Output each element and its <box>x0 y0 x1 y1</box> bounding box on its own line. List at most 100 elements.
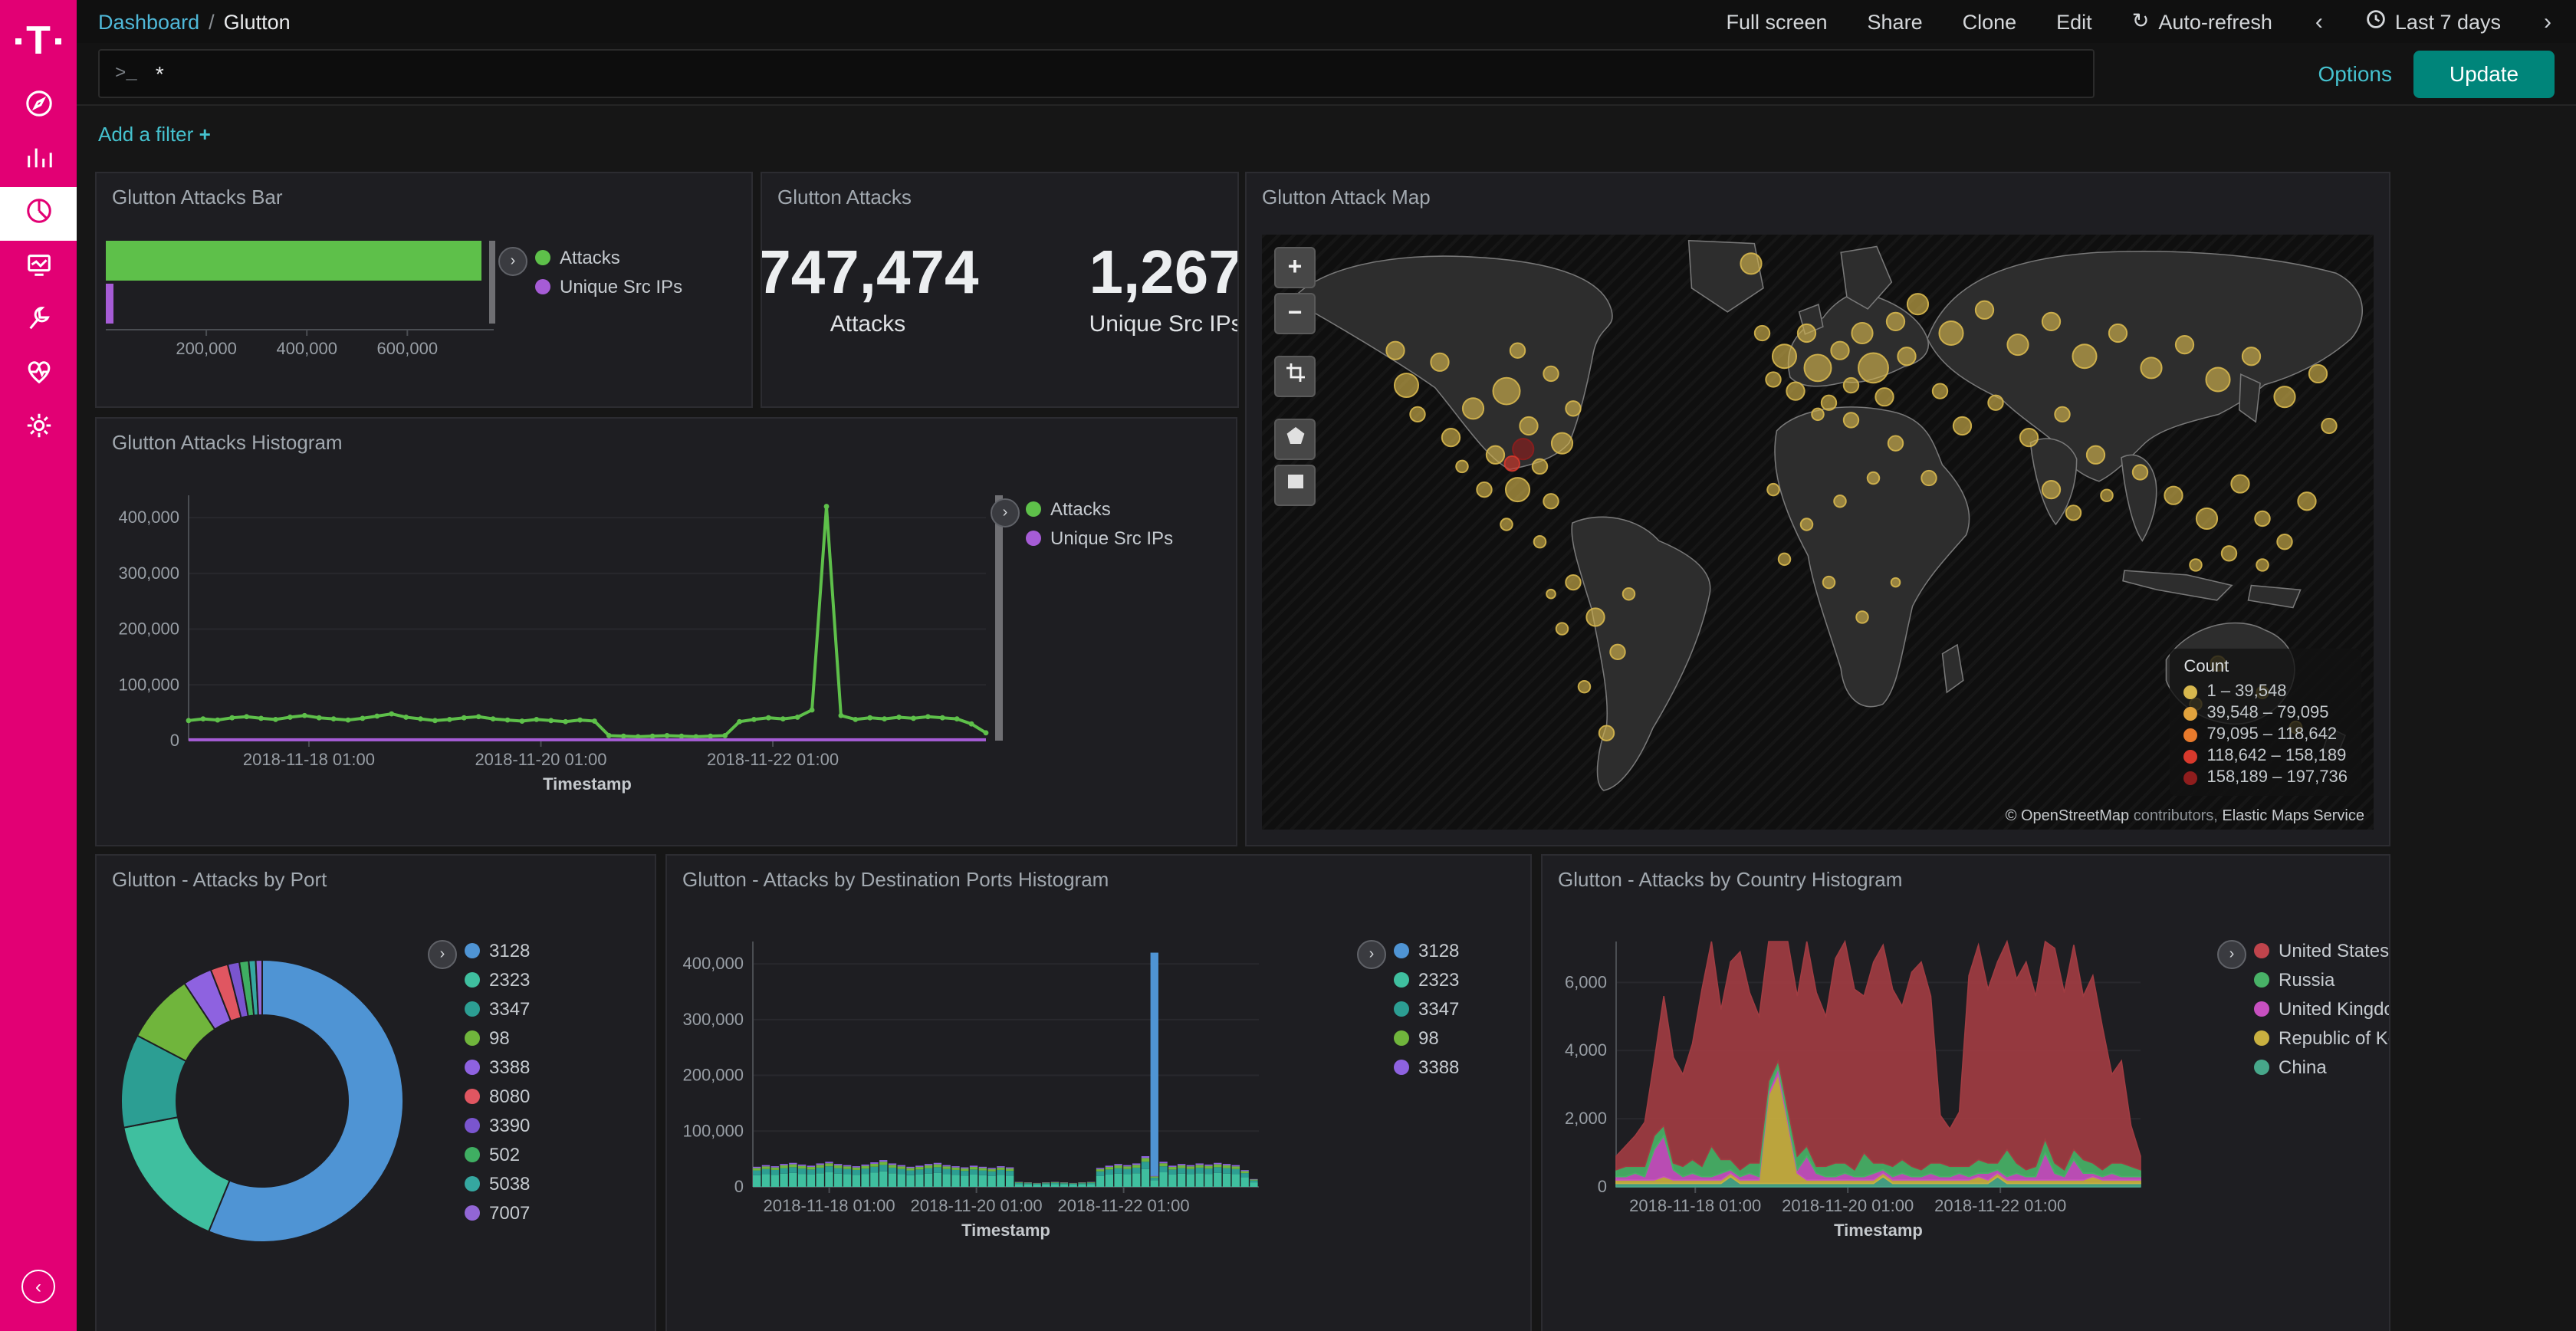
sidebar-item-monitoring[interactable] <box>0 348 77 402</box>
map-bubble[interactable] <box>1510 343 1525 358</box>
legend-item[interactable]: 7007 <box>465 1202 530 1224</box>
dest-ports-histogram-chart[interactable]: 0100,000200,000300,000400,0002018-11-18 … <box>673 923 1363 1276</box>
map-bubble[interactable] <box>1812 409 1824 421</box>
zoom-out-button[interactable]: − <box>1274 293 1316 334</box>
osm-link[interactable]: © OpenStreetMap <box>2006 808 2130 825</box>
map-bubble[interactable] <box>2164 487 2182 504</box>
map-bubble[interactable] <box>1410 407 1424 422</box>
legend-item[interactable]: Unique Src IPs <box>1026 527 1173 549</box>
map-bubble[interactable] <box>1887 313 1904 330</box>
legend-item[interactable]: 98 <box>1394 1027 1459 1049</box>
legend-item[interactable]: Republic of Korea <box>2254 1027 2390 1049</box>
legend-item[interactable]: 3128 <box>465 940 530 961</box>
legend-item[interactable]: Unique Src IPs <box>535 276 682 297</box>
map-bubble[interactable] <box>1834 495 1846 508</box>
map-bubble[interactable] <box>1976 301 1993 319</box>
map-bubble[interactable] <box>2190 559 2202 571</box>
map-bubble[interactable] <box>1939 321 1963 345</box>
map-bubble[interactable] <box>2321 419 2336 433</box>
map-bubble[interactable] <box>1500 518 1513 531</box>
country-histogram-chart[interactable]: 02,0004,0006,0002018-11-18 01:002018-11-… <box>1549 923 2223 1276</box>
map-bubble[interactable] <box>1579 681 1591 693</box>
map-bubble[interactable] <box>1933 383 1947 398</box>
map-bubble[interactable] <box>1767 484 1779 496</box>
map-bubble[interactable] <box>1844 412 1858 427</box>
map-bubble[interactable] <box>1543 494 1558 508</box>
map-bubble[interactable] <box>1543 366 1558 381</box>
map-bubble[interactable] <box>1556 623 1569 635</box>
map-bubble[interactable] <box>2206 367 2229 391</box>
map-bubble[interactable] <box>2007 334 2028 355</box>
map-bubble[interactable] <box>1534 536 1546 548</box>
map-bubble[interactable] <box>2242 347 2260 365</box>
map-bubble[interactable] <box>2255 511 2269 526</box>
collapse-sidebar-button[interactable]: ‹ <box>21 1270 55 1303</box>
map-bubble[interactable] <box>1801 518 1813 531</box>
map-bubble[interactable] <box>2042 313 2060 330</box>
legend-item[interactable]: China <box>2254 1057 2390 1078</box>
map-bubble[interactable] <box>1506 478 1530 501</box>
map-bubble[interactable] <box>1766 372 1780 386</box>
map-bubble[interactable] <box>1395 373 1418 397</box>
legend-item[interactable]: Russia <box>2254 969 2390 991</box>
map-bubble[interactable] <box>2277 534 2292 549</box>
map-bubble[interactable] <box>2087 446 2104 464</box>
map-bubble[interactable] <box>2109 324 2127 342</box>
map-bubble[interactable] <box>2176 336 2193 353</box>
map-bubble[interactable] <box>2309 365 2327 383</box>
legend-item[interactable]: Attacks <box>535 247 682 268</box>
map-bubble[interactable] <box>1907 294 1928 314</box>
map-bubble[interactable] <box>1891 578 1901 587</box>
map-bubble[interactable] <box>1804 354 1831 381</box>
map-bubble[interactable] <box>2133 465 2147 479</box>
legend-toggle-chevron[interactable]: › <box>498 247 527 276</box>
legend-item[interactable]: 3390 <box>465 1115 530 1136</box>
map-bubble[interactable] <box>1487 446 1504 464</box>
polygon-draw-button[interactable] <box>1274 419 1316 460</box>
map-bubble[interactable] <box>1779 554 1791 566</box>
map-bubble[interactable] <box>1875 388 1893 406</box>
map-bubble[interactable] <box>2066 505 2081 520</box>
legend-item[interactable]: 3388 <box>465 1057 530 1078</box>
map-bubble[interactable] <box>1823 577 1835 589</box>
rectangle-draw-button[interactable] <box>1274 465 1316 506</box>
map-bubble[interactable] <box>1822 396 1836 410</box>
legend-item[interactable]: 3388 <box>1394 1057 1459 1078</box>
map-bubble[interactable] <box>2020 429 2038 446</box>
map-bubble[interactable] <box>2101 489 2113 501</box>
sidebar-item-timelion[interactable] <box>0 241 77 294</box>
map-bubble[interactable] <box>1431 353 1448 371</box>
zoom-in-button[interactable]: + <box>1274 247 1316 288</box>
map-bubble[interactable] <box>1798 324 1815 342</box>
map-bubble[interactable] <box>1740 253 1761 274</box>
map-bubble[interactable] <box>1586 608 1604 626</box>
legend-item[interactable]: 5038 <box>465 1173 530 1195</box>
attacks-by-port-donut[interactable] <box>109 908 431 1322</box>
legend-item[interactable]: 2323 <box>465 969 530 991</box>
legend-item[interactable]: 3347 <box>465 998 530 1020</box>
map-bubble[interactable] <box>1566 401 1580 416</box>
map-bubble[interactable] <box>1773 344 1796 368</box>
map-bubble[interactable] <box>2042 481 2060 498</box>
map-bubble[interactable] <box>1623 588 1635 600</box>
legend-toggle-chevron[interactable]: › <box>1357 940 1386 969</box>
map-bubble[interactable] <box>2298 492 2315 510</box>
map-bubble[interactable] <box>1463 398 1484 419</box>
map-bubble[interactable] <box>1852 323 1872 343</box>
legend-toggle-chevron[interactable]: › <box>991 498 1020 527</box>
map-bubble[interactable] <box>2274 386 2295 407</box>
map-bubble[interactable] <box>2231 475 2249 492</box>
world-map[interactable]: + − <box>1262 235 2374 830</box>
map-bubble[interactable] <box>1898 347 1915 365</box>
map-bubble[interactable] <box>1493 378 1520 405</box>
map-bubble[interactable] <box>2196 508 2217 529</box>
map-bubble[interactable] <box>2256 559 2269 571</box>
map-bubble[interactable] <box>1755 326 1769 340</box>
map-bubble[interactable] <box>1456 461 1468 473</box>
map-bubble[interactable] <box>1552 433 1572 454</box>
ems-link[interactable]: Elastic Maps Service <box>2222 808 2364 825</box>
map-bubble[interactable] <box>1868 472 1880 485</box>
map-bubble[interactable] <box>1844 378 1858 393</box>
donut-slice-2323[interactable] <box>123 1117 229 1231</box>
legend-toggle-chevron[interactable]: › <box>2217 940 2246 969</box>
